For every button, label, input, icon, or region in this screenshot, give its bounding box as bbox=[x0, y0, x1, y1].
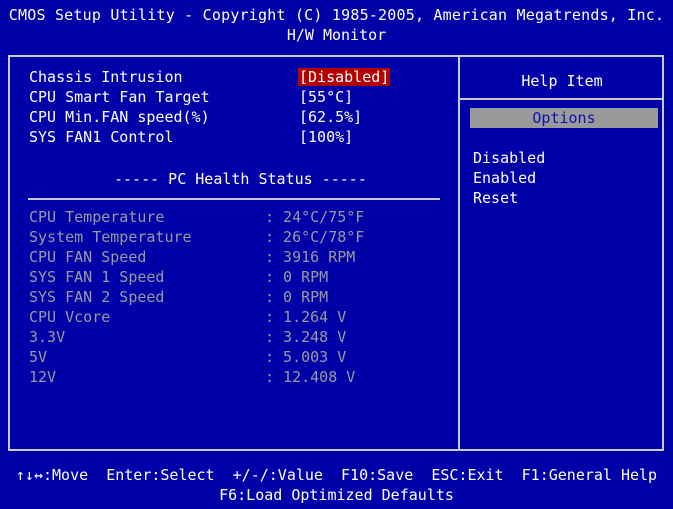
setting-label-sys-fan1-control: SYS FAN1 Control bbox=[29, 128, 174, 146]
setting-value-cpu-min-fan-speed[interactable]: [62.5%] bbox=[299, 108, 362, 126]
setting-label-cpu-smart-fan-target: CPU Smart Fan Target bbox=[29, 88, 210, 106]
help-header-divider bbox=[460, 98, 664, 100]
options-header-label: Options bbox=[532, 109, 596, 127]
health-label-sys-fan-2-speed: SYS FAN 2 Speed bbox=[29, 288, 165, 306]
health-value-cpu-fan-speed: : 3916 RPM bbox=[265, 248, 356, 266]
health-label-system-temperature: System Temperature bbox=[29, 228, 192, 246]
utility-title: CMOS Setup Utility - Copyright (C) 1985-… bbox=[8, 6, 665, 24]
health-label-cpu-temperature: CPU Temperature bbox=[29, 208, 165, 226]
setting-value-cpu-smart-fan-target[interactable]: [55°C] bbox=[299, 88, 353, 106]
help-panel-title: Help Item bbox=[521, 72, 603, 90]
health-label-12v: 12V bbox=[29, 368, 57, 386]
health-value-5v: : 5.003 V bbox=[265, 348, 347, 366]
header-bar: CMOS Setup Utility - Copyright (C) 1985-… bbox=[0, 0, 673, 52]
health-value-system-temperature: : 26°C/78°F bbox=[265, 228, 365, 246]
health-value-3v3: : 3.248 V bbox=[265, 328, 347, 346]
health-value-sys-fan-1-speed: : 0 RPM bbox=[265, 268, 329, 286]
section-title-pc-health: ----- PC Health Status ----- bbox=[114, 170, 367, 188]
key-help-line: ↑↓↔:Move Enter:Select +/-/:Value F10:Sav… bbox=[15, 466, 658, 484]
setting-label-chassis-intrusion: Chassis Intrusion bbox=[29, 68, 183, 86]
option-item-enabled[interactable]: Enabled bbox=[473, 169, 536, 187]
option-item-reset[interactable]: Reset bbox=[473, 189, 518, 207]
key-help-line-defaults: F6:Load Optimized Defaults bbox=[219, 486, 454, 504]
health-label-3v3: 3.3V bbox=[29, 328, 66, 346]
setting-value-chassis-intrusion[interactable]: [Disabled] bbox=[298, 68, 391, 86]
option-item-disabled[interactable]: Disabled bbox=[473, 149, 545, 167]
section-divider bbox=[28, 198, 440, 200]
health-value-cpu-temperature: : 24°C/75°F bbox=[265, 208, 365, 226]
setting-value-sys-fan1-control[interactable]: [100%] bbox=[299, 128, 353, 146]
health-label-cpu-vcore: CPU Vcore bbox=[29, 308, 111, 326]
health-label-cpu-fan-speed: CPU FAN Speed bbox=[29, 248, 147, 266]
health-value-sys-fan-2-speed: : 0 RPM bbox=[265, 288, 329, 306]
panel-divider bbox=[458, 55, 460, 451]
health-value-cpu-vcore: : 1.264 V bbox=[265, 308, 347, 326]
health-label-sys-fan-1-speed: SYS FAN 1 Speed bbox=[29, 268, 165, 286]
health-label-5v: 5V bbox=[29, 348, 48, 366]
setting-label-cpu-min-fan-speed: CPU Min.FAN speed(%) bbox=[29, 108, 210, 126]
page-title: H/W Monitor bbox=[286, 26, 387, 44]
health-value-12v: : 12.408 V bbox=[265, 368, 356, 386]
